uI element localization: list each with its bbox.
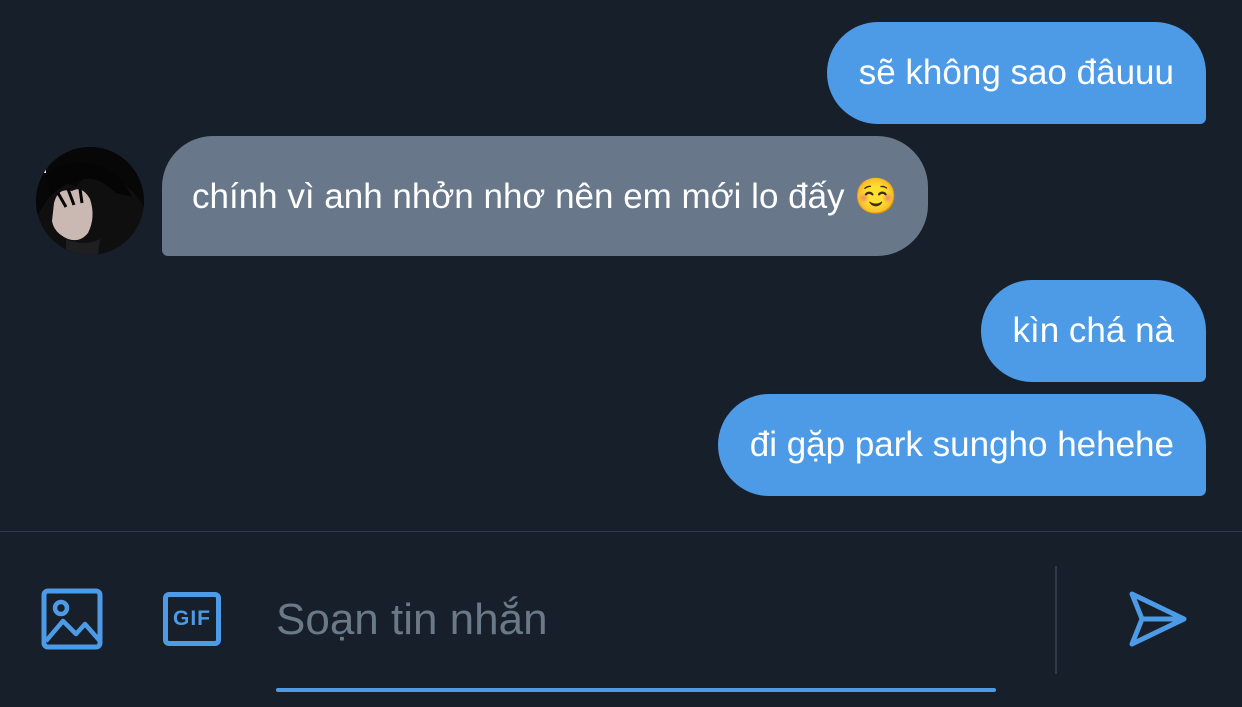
send-icon — [1129, 591, 1187, 647]
message-text: chính vì anh nhởn nhơ nên em mới lo đấy … — [192, 176, 898, 216]
add-media-button[interactable] — [36, 584, 108, 654]
composer-divider — [0, 531, 1242, 532]
message-bubble-outgoing[interactable]: kìn chá nà — [980, 280, 1206, 382]
send-divider — [1055, 566, 1057, 674]
send-button[interactable] — [1124, 584, 1190, 654]
add-gif-button[interactable]: GIF — [154, 584, 230, 654]
message-text: sẽ không sao đâuuu — [858, 53, 1174, 92]
dm-conversation-screen: sẽ không sao đâuuu chính vì anh nhởn nhơ… — [0, 0, 1242, 707]
message-bubble-outgoing[interactable]: đi gặp park sungho hehehe — [717, 394, 1206, 496]
image-icon — [41, 588, 103, 650]
message-text: kìn chá nà — [1012, 311, 1175, 350]
message-bubble-incoming[interactable]: chính vì anh nhởn nhơ nên em mới lo đấy … — [162, 136, 928, 256]
gif-label: GIF — [173, 607, 211, 630]
message-input-underline — [276, 688, 996, 692]
avatar[interactable] — [36, 147, 144, 255]
gif-icon: GIF — [163, 592, 221, 646]
message-input-placeholder: Soạn tin nhắn — [276, 595, 548, 644]
message-text: đi gặp park sungho hehehe — [749, 425, 1174, 464]
avatar-photo — [36, 147, 144, 255]
message-bubble-outgoing[interactable]: sẽ không sao đâuuu — [826, 22, 1206, 124]
message-input[interactable]: Soạn tin nhắn — [276, 585, 996, 655]
